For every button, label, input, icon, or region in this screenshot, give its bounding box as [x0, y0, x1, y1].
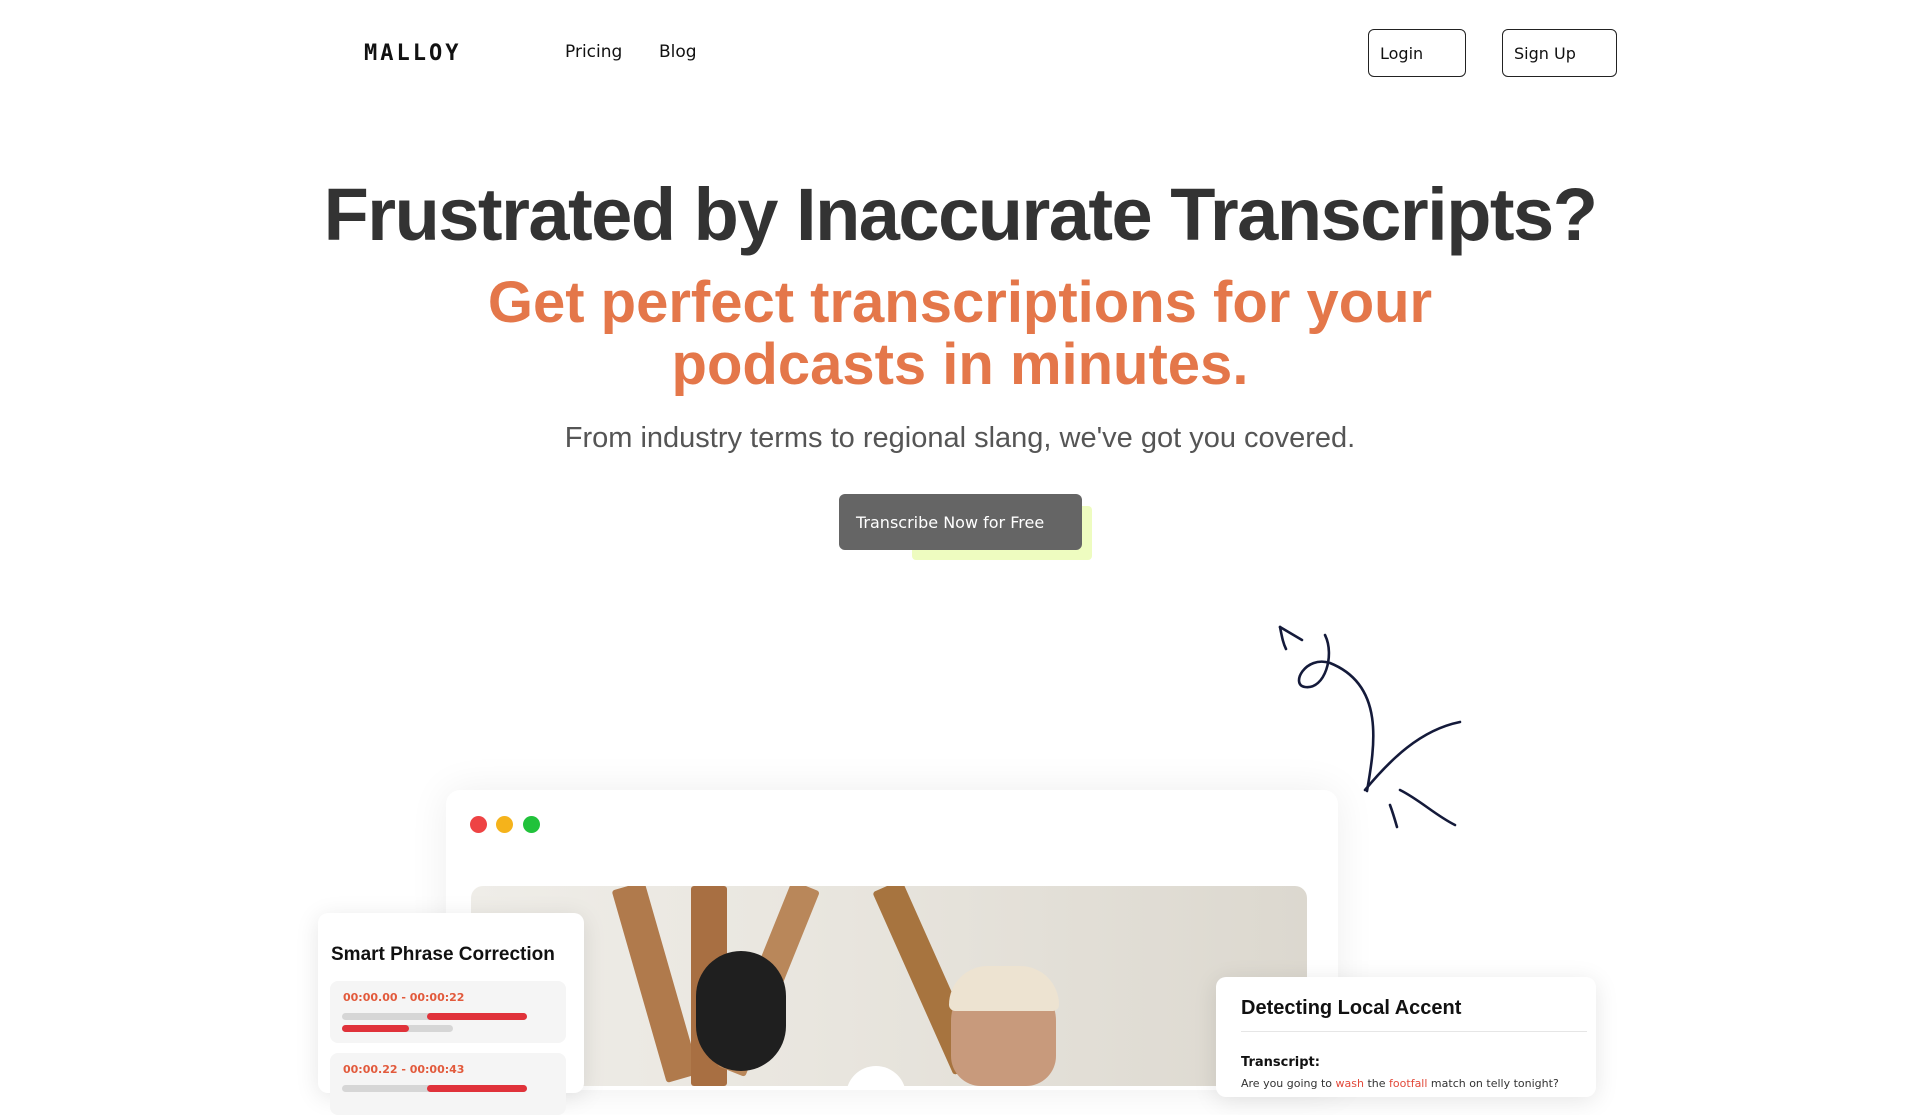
smart-phrase-title: Smart Phrase Correction	[331, 944, 555, 965]
transcript-word: match on telly tonight?	[1427, 1077, 1559, 1090]
local-accent-card: Detecting Local Accent Transcript: Are y…	[1216, 977, 1596, 1097]
signup-button[interactable]: Sign Up	[1502, 29, 1617, 77]
segment-time: 00:00.00 - 00:00:22	[343, 991, 465, 1004]
segment-time: 00:00.22 - 00:00:43	[343, 1063, 465, 1076]
hero-title: Frustrated by Inaccurate Transcripts?	[323, 173, 1598, 256]
cap-shape	[949, 966, 1059, 1011]
transcript-word: the	[1364, 1077, 1390, 1090]
highlighted-word[interactable]: footfall	[1389, 1077, 1427, 1090]
progress-fill	[427, 1085, 527, 1092]
nav-link-blog[interactable]: Blog	[659, 42, 697, 62]
transcript-label: Transcript:	[1241, 1055, 1320, 1070]
maximize-dot-icon	[523, 816, 540, 833]
malloy-logo[interactable]: MALLOY	[364, 41, 461, 66]
login-button[interactable]: Login	[1368, 29, 1466, 77]
top-nav: MALLOY Pricing Blog Login Sign Up	[0, 0, 1920, 104]
minimize-dot-icon	[496, 816, 513, 833]
play-button-icon[interactable]	[846, 1066, 906, 1086]
segment-item[interactable]: 00:00.00 - 00:00:22	[330, 981, 566, 1043]
progress-fill	[342, 1025, 409, 1032]
close-dot-icon	[470, 816, 487, 833]
podcast-video-preview	[471, 886, 1307, 1086]
segment-item[interactable]: 00:00.22 - 00:00:43	[330, 1053, 566, 1115]
smart-phrase-card: Smart Phrase Correction 00:00.00 - 00:00…	[318, 913, 584, 1115]
transcript-word: Are you going to	[1241, 1077, 1336, 1090]
progress-fill	[427, 1013, 527, 1020]
transcript-text: Are you going to wash the footfall match…	[1241, 1077, 1559, 1090]
hero-subtitle: Get perfect transcriptions for your podc…	[487, 270, 1433, 397]
divider	[1241, 1031, 1587, 1032]
highlighted-word[interactable]: wash	[1336, 1077, 1364, 1090]
local-accent-title: Detecting Local Accent	[1241, 997, 1462, 1019]
transcribe-now-button[interactable]: Transcribe Now for Free	[839, 494, 1082, 550]
hero-tagline: From industry terms to regional slang, w…	[564, 422, 1356, 454]
microphone-icon	[696, 951, 786, 1071]
nav-link-pricing[interactable]: Pricing	[565, 42, 622, 62]
